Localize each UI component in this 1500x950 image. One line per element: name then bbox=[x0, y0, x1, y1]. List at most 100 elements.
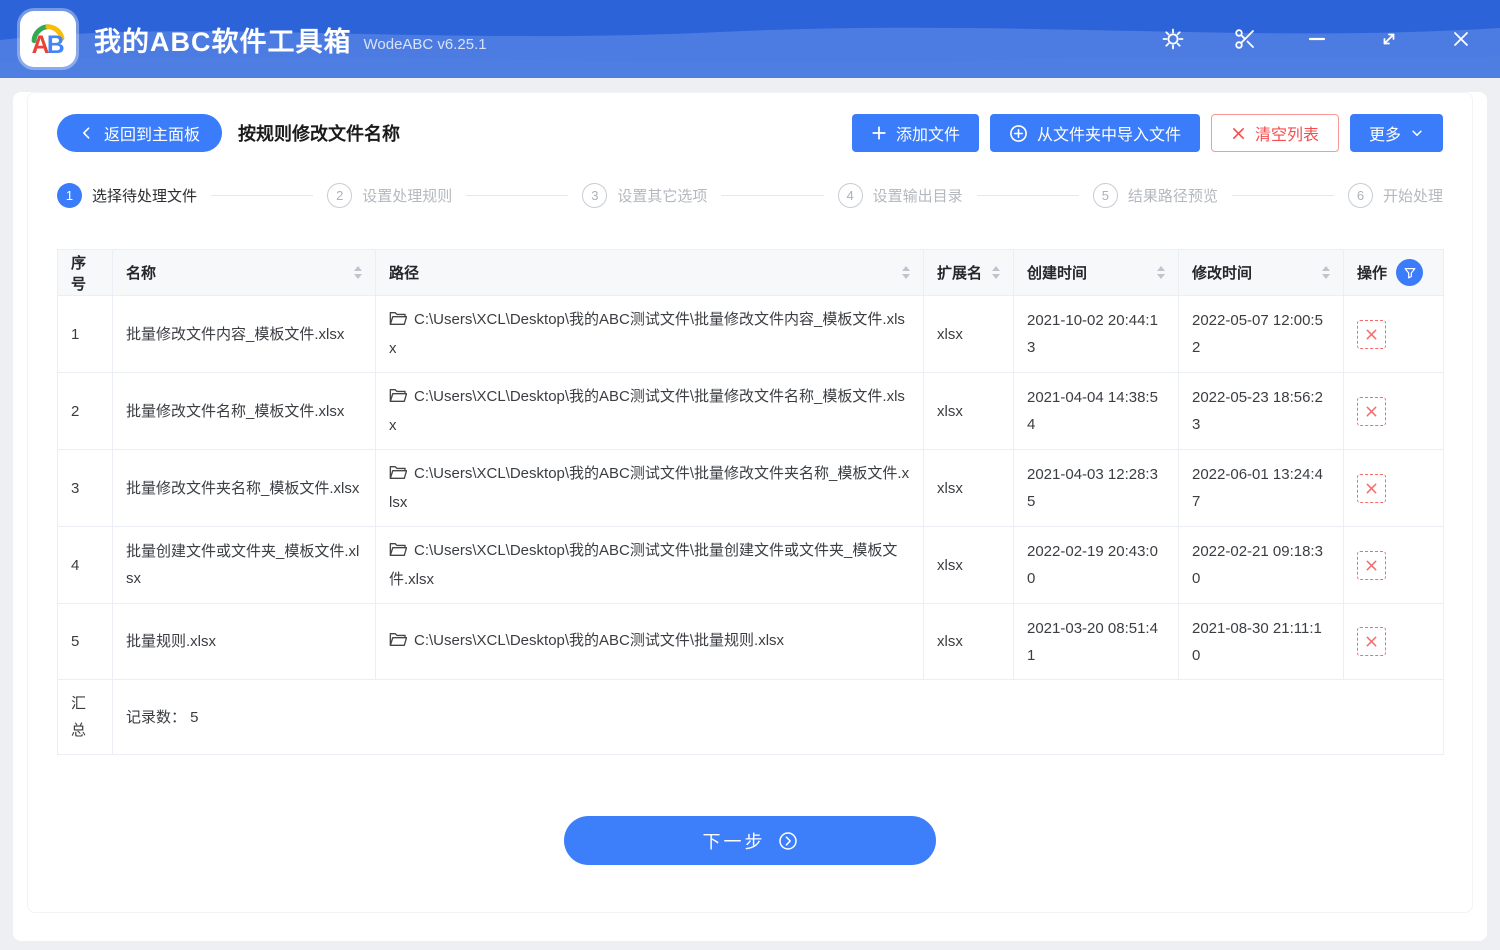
clear-list-button[interactable]: 清空列表 bbox=[1211, 114, 1339, 152]
sort-carets-icon[interactable] bbox=[1157, 266, 1165, 279]
row-file-name: 批量修改文件夹名称_模板文件.xlsx bbox=[113, 450, 376, 527]
arrow-right-circle-icon bbox=[778, 831, 798, 851]
table-row: 5 批量规则.xlsx C:\Users\XCL\Desktop\我的ABC测试… bbox=[58, 604, 1444, 680]
step-item-2[interactable]: 2 设置处理规则 bbox=[327, 183, 452, 208]
step-item-1[interactable]: 1 选择待处理文件 bbox=[57, 183, 197, 208]
next-step-label: 下一步 bbox=[703, 828, 766, 854]
step-number: 1 bbox=[57, 183, 82, 208]
step-label: 设置输出目录 bbox=[873, 185, 963, 206]
col-header-actions: 操作 bbox=[1344, 250, 1444, 296]
row-index: 2 bbox=[58, 373, 113, 450]
delete-row-button[interactable] bbox=[1357, 627, 1386, 656]
step-item-3[interactable]: 3 设置其它选项 bbox=[582, 183, 707, 208]
row-file-path: C:\Users\XCL\Desktop\我的ABC测试文件\批量修改文件内容_… bbox=[376, 296, 924, 373]
row-file-path: C:\Users\XCL\Desktop\我的ABC测试文件\批量创建文件或文件… bbox=[376, 527, 924, 604]
row-extension: xlsx bbox=[924, 527, 1014, 604]
svg-text:AB: AB bbox=[32, 32, 65, 59]
minimize-icon[interactable] bbox=[1304, 26, 1330, 52]
row-file-path: C:\Users\XCL\Desktop\我的ABC测试文件\批量规则.xlsx bbox=[376, 604, 924, 680]
row-created-time: 2021-04-03 12:28:35 bbox=[1014, 450, 1179, 527]
col-header-name[interactable]: 名称 bbox=[113, 250, 376, 296]
sort-carets-icon[interactable] bbox=[992, 266, 1000, 279]
step-connector bbox=[721, 195, 823, 196]
folder-icon bbox=[389, 462, 407, 489]
plus-circle-icon bbox=[1009, 124, 1028, 143]
row-created-time: 2021-10-02 20:44:13 bbox=[1014, 296, 1179, 373]
file-table: 序号 名称 路径 扩展名 创建时间 修改时间 操作 1 批量修改文件内容_模板文… bbox=[57, 249, 1443, 755]
row-file-name: 批量修改文件内容_模板文件.xlsx bbox=[113, 296, 376, 373]
step-number: 2 bbox=[327, 183, 352, 208]
row-extension: xlsx bbox=[924, 296, 1014, 373]
toolbar: 返回到主面板 按规则修改文件名称 添加文件 从文件夹中导入文件 清空列表 更多 bbox=[57, 114, 1443, 152]
import-from-folder-label: 从文件夹中导入文件 bbox=[1037, 121, 1181, 145]
chevron-left-icon bbox=[79, 125, 95, 141]
delete-row-button[interactable] bbox=[1357, 320, 1386, 349]
page-title: 按规则修改文件名称 bbox=[238, 120, 400, 146]
back-to-dashboard-button[interactable]: 返回到主面板 bbox=[57, 114, 222, 152]
step-item-4[interactable]: 4 设置输出目录 bbox=[838, 183, 963, 208]
scissors-icon[interactable] bbox=[1232, 26, 1258, 52]
app-title: 我的ABC软件工具箱 bbox=[94, 20, 352, 59]
row-index: 5 bbox=[58, 604, 113, 680]
row-extension: xlsx bbox=[924, 373, 1014, 450]
row-file-name: 批量规则.xlsx bbox=[113, 604, 376, 680]
step-number: 6 bbox=[1348, 183, 1373, 208]
row-index: 1 bbox=[58, 296, 113, 373]
summary-record-count: 记录数： 5 bbox=[113, 680, 1444, 755]
step-indicator: 1 选择待处理文件 2 设置处理规则 3 设置其它选项 4 设置输出目录 5 结… bbox=[57, 183, 1443, 208]
x-icon bbox=[1231, 126, 1246, 141]
row-modified-time: 2022-06-01 13:24:47 bbox=[1179, 450, 1344, 527]
step-connector bbox=[211, 195, 313, 196]
table-header-row: 序号 名称 路径 扩展名 创建时间 修改时间 操作 bbox=[58, 250, 1444, 296]
col-header-path[interactable]: 路径 bbox=[376, 250, 924, 296]
step-item-5[interactable]: 5 结果路径预览 bbox=[1093, 183, 1218, 208]
filter-icon[interactable] bbox=[1396, 259, 1423, 286]
summary-label: 汇总 bbox=[58, 680, 113, 755]
col-header-index: 序号 bbox=[58, 250, 113, 296]
row-modified-time: 2022-02-21 09:18:30 bbox=[1179, 527, 1344, 604]
step-connector bbox=[977, 195, 1079, 196]
back-button-label: 返回到主面板 bbox=[104, 121, 200, 145]
row-modified-time: 2022-05-07 12:00:52 bbox=[1179, 296, 1344, 373]
folder-icon bbox=[389, 539, 407, 566]
table-row: 1 批量修改文件内容_模板文件.xlsx C:\Users\XCL\Deskto… bbox=[58, 296, 1444, 373]
row-actions bbox=[1344, 527, 1444, 604]
step-item-6[interactable]: 6 开始处理 bbox=[1348, 183, 1443, 208]
sort-carets-icon[interactable] bbox=[1322, 266, 1330, 279]
col-header-modified[interactable]: 修改时间 bbox=[1179, 250, 1344, 296]
delete-row-button[interactable] bbox=[1357, 551, 1386, 580]
folder-icon bbox=[389, 629, 407, 656]
row-file-name: 批量修改文件名称_模板文件.xlsx bbox=[113, 373, 376, 450]
more-label: 更多 bbox=[1369, 121, 1401, 145]
step-label: 选择待处理文件 bbox=[92, 185, 197, 206]
delete-row-button[interactable] bbox=[1357, 474, 1386, 503]
step-label: 设置处理规则 bbox=[362, 185, 452, 206]
sort-carets-icon[interactable] bbox=[354, 266, 362, 279]
col-header-created[interactable]: 创建时间 bbox=[1014, 250, 1179, 296]
row-extension: xlsx bbox=[924, 604, 1014, 680]
next-step-button[interactable]: 下一步 bbox=[564, 816, 936, 865]
row-modified-time: 2022-05-23 18:56:23 bbox=[1179, 373, 1344, 450]
row-created-time: 2021-04-04 14:38:54 bbox=[1014, 373, 1179, 450]
step-connector bbox=[1232, 195, 1334, 196]
add-files-label: 添加文件 bbox=[896, 121, 960, 145]
more-button[interactable]: 更多 bbox=[1350, 114, 1443, 152]
app-logo: AB bbox=[20, 11, 76, 67]
table-row: 3 批量修改文件夹名称_模板文件.xlsx C:\Users\XCL\Deskt… bbox=[58, 450, 1444, 527]
sort-carets-icon[interactable] bbox=[902, 266, 910, 279]
col-header-ext[interactable]: 扩展名 bbox=[924, 250, 1014, 296]
row-actions bbox=[1344, 296, 1444, 373]
step-label: 开始处理 bbox=[1383, 185, 1443, 206]
add-files-button[interactable]: 添加文件 bbox=[852, 114, 979, 152]
row-actions bbox=[1344, 450, 1444, 527]
close-icon[interactable] bbox=[1448, 26, 1474, 52]
table-row: 4 批量创建文件或文件夹_模板文件.xlsx C:\Users\XCL\Desk… bbox=[58, 527, 1444, 604]
import-from-folder-button[interactable]: 从文件夹中导入文件 bbox=[990, 114, 1200, 152]
settings-icon[interactable] bbox=[1160, 26, 1186, 52]
row-actions bbox=[1344, 373, 1444, 450]
row-extension: xlsx bbox=[924, 450, 1014, 527]
step-number: 5 bbox=[1093, 183, 1118, 208]
maximize-icon[interactable] bbox=[1376, 26, 1402, 52]
step-number: 3 bbox=[582, 183, 607, 208]
delete-row-button[interactable] bbox=[1357, 397, 1386, 426]
